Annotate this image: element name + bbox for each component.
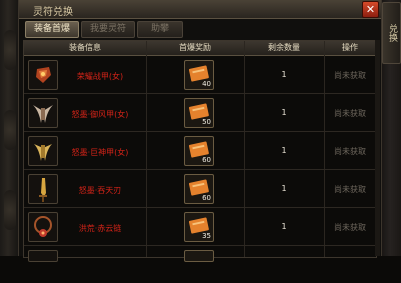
talisman-reward-icon[interactable]: 35 <box>184 212 214 242</box>
item-slot-partial[interactable] <box>28 250 58 262</box>
talisman-reward-icon[interactable]: 50 <box>184 98 214 128</box>
close-icon[interactable]: ✕ <box>362 1 379 18</box>
talisman-reward-icon[interactable]: 60 <box>184 136 214 166</box>
item-name: 怒墨·吞天刃 <box>78 186 122 195</box>
tab-get-talisman[interactable]: 我要灵符 <box>81 21 135 38</box>
table-row: 怒墨·吞天刃 60 1 尚未获取 <box>24 170 376 208</box>
item-name: 荣耀战甲(女) <box>76 72 124 81</box>
table-row: 荣耀战甲(女) 40 1 尚未获取 <box>24 56 376 94</box>
armor-icon[interactable] <box>28 60 58 90</box>
remaining-count: 1 <box>281 146 287 155</box>
tab-help[interactable]: 助攀 <box>137 21 183 38</box>
item-name: 洪荒·赤云链 <box>78 224 122 233</box>
header-item-info: 装备信息 <box>69 43 101 52</box>
wings-armor-icon[interactable] <box>28 98 58 128</box>
item-name: 怒墨·巨神甲(女) <box>71 148 129 157</box>
side-tab-exchange[interactable]: 兑换 <box>382 2 401 64</box>
reward-table: 装备信息 首爆奖励 剩余数量 操作 荣耀战甲(女) 40 1 尚未获取 怒墨·御… <box>23 40 377 262</box>
talisman-reward-icon[interactable]: 40 <box>184 60 214 90</box>
claim-status: 尚未获取 <box>334 147 366 156</box>
remaining-count: 1 <box>281 222 287 231</box>
remaining-count: 1 <box>281 70 287 79</box>
header-remaining: 剩余数量 <box>268 43 300 52</box>
table-row: 怒墨·御风甲(女) 50 1 尚未获取 <box>24 94 376 132</box>
table-row: 洪荒·赤云链 35 1 尚未获取 <box>24 208 376 246</box>
necklace-icon[interactable] <box>28 212 58 242</box>
reward-count: 35 <box>202 232 211 240</box>
tab-equipment-first-drop[interactable]: 装备首爆 <box>25 21 79 38</box>
reward-count: 60 <box>202 194 211 202</box>
item-name: 怒墨·御风甲(女) <box>71 110 129 119</box>
header-action: 操作 <box>342 43 358 52</box>
golden-armor-icon[interactable] <box>28 136 58 166</box>
claim-status: 尚未获取 <box>334 185 366 194</box>
reward-count: 60 <box>202 156 211 164</box>
claim-status: 尚未获取 <box>334 109 366 118</box>
table-scrollbar[interactable] <box>375 40 380 256</box>
claim-status: 尚未获取 <box>334 71 366 80</box>
table-row <box>24 246 376 283</box>
blade-icon[interactable] <box>28 174 58 204</box>
claim-status: 尚未获取 <box>334 223 366 232</box>
exchange-window: 灵符兑换 ✕ 装备首爆 我要灵符 助攀 装备信息 首爆奖励 剩余数量 操作 荣耀… <box>18 0 382 262</box>
reward-count: 50 <box>202 118 211 126</box>
left-dragon-decoration <box>0 0 20 256</box>
talisman-reward-icon[interactable]: 60 <box>184 174 214 204</box>
remaining-count: 1 <box>281 108 287 117</box>
reward-count: 40 <box>202 80 211 88</box>
remaining-count: 1 <box>281 184 287 193</box>
header-first-drop-reward: 首爆奖励 <box>179 43 211 52</box>
reward-slot-partial[interactable] <box>184 250 214 262</box>
window-title: 灵符兑换 <box>33 7 73 18</box>
title-bar[interactable]: 灵符兑换 ✕ <box>19 0 381 19</box>
table-row: 怒墨·巨神甲(女) 60 1 尚未获取 <box>24 132 376 170</box>
game-frame: 灵符兑换 ✕ 装备首爆 我要灵符 助攀 装备信息 首爆奖励 剩余数量 操作 荣耀… <box>0 0 401 262</box>
